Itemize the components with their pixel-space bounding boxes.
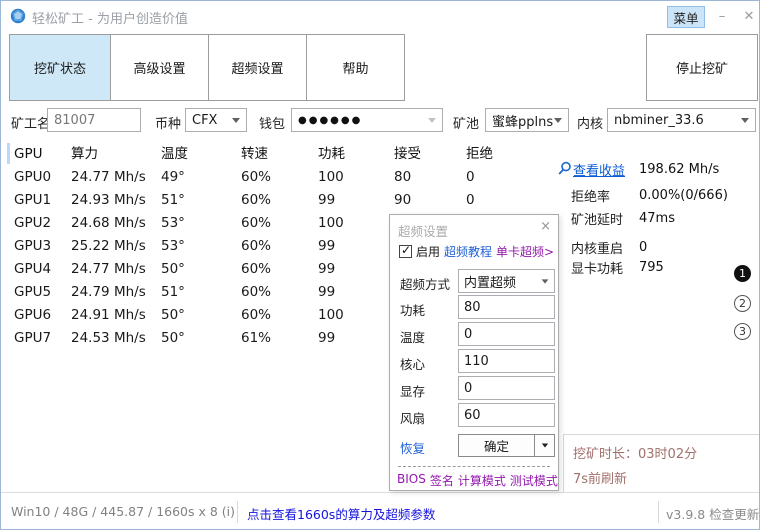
test-mode-link[interactable]: 测试模式 bbox=[510, 472, 558, 489]
menu-button[interactable]: 菜单 bbox=[667, 6, 705, 28]
power-field[interactable]: 80 bbox=[458, 295, 555, 319]
mining-duration-label: 挖矿时长： bbox=[573, 447, 638, 462]
gpu-params-link[interactable]: 点击查看1660s的算力及超频参数 bbox=[247, 504, 435, 523]
reject-rate-value: 0.00%(0/666) bbox=[639, 188, 728, 203]
step-badge-1[interactable]: 1 bbox=[734, 265, 751, 282]
overclock-mode-select[interactable]: 内置超频 bbox=[458, 269, 555, 293]
minimize-button[interactable]: – bbox=[711, 5, 733, 27]
fan-field-label: 风扇 bbox=[400, 408, 425, 427]
col-gpu: GPU bbox=[14, 142, 71, 166]
tab-help[interactable]: 帮助 bbox=[306, 34, 405, 101]
tab-bar: 挖矿状态 高级设置 超频设置 帮助 bbox=[9, 34, 405, 101]
view-income-link[interactable]: 查看收益 bbox=[573, 160, 625, 179]
wallet-label: 钱包 bbox=[259, 113, 285, 132]
chevron-down-icon bbox=[741, 118, 749, 123]
signature-link[interactable]: 签名 bbox=[430, 472, 454, 489]
step-badge-3[interactable]: 3 bbox=[734, 323, 751, 340]
tab-overclock-settings[interactable]: 超频设置 bbox=[208, 34, 307, 101]
bios-link[interactable]: BIOS bbox=[397, 472, 426, 489]
status-bar: Win10 / 48G / 445.87 / 1660s x 8 (i) 点击查… bbox=[1, 492, 759, 530]
gpu-power-label: 显卡功耗 bbox=[571, 258, 623, 277]
statusbar-divider bbox=[237, 501, 238, 523]
chevron-down-icon bbox=[542, 279, 549, 283]
session-panel: 挖矿时长：03时02分 7s前刷新 bbox=[563, 434, 760, 492]
worker-name-label: 矿工名 bbox=[11, 113, 50, 132]
table-row[interactable]: GPU124.93 Mh/s 51°60% 9990 0 bbox=[11, 189, 559, 212]
reject-rate-label: 拒绝率 bbox=[571, 186, 610, 205]
core-field[interactable]: 110 bbox=[458, 349, 555, 373]
overclock-mode-label: 超频方式 bbox=[400, 274, 450, 293]
col-temperature: 温度 bbox=[161, 142, 241, 166]
magnifier-icon bbox=[557, 161, 572, 176]
enable-label: 启用 bbox=[416, 243, 440, 260]
dialog-close-icon[interactable]: × bbox=[540, 219, 551, 234]
col-power: 功耗 bbox=[318, 142, 394, 166]
refresh-status: 7s前刷新 bbox=[573, 468, 627, 487]
overclock-tutorial-link[interactable]: 超频教程 bbox=[444, 243, 492, 260]
mem-field-label: 显存 bbox=[400, 381, 425, 400]
chevron-down-icon bbox=[554, 118, 562, 123]
kernel-restart-label: 内核重启 bbox=[571, 238, 623, 257]
confirm-dropdown-arrow[interactable] bbox=[534, 435, 554, 456]
power-field-label: 功耗 bbox=[400, 300, 425, 319]
table-row[interactable]: GPU024.77 Mh/s 49°60% 10080 0 bbox=[11, 166, 559, 189]
chevron-down-icon bbox=[232, 118, 240, 123]
mining-duration-value: 03时02分 bbox=[638, 447, 697, 462]
app-logo-icon bbox=[10, 8, 26, 24]
pool-select[interactable]: 蜜蜂pplns bbox=[485, 108, 569, 132]
dashed-divider bbox=[398, 466, 550, 467]
single-card-overclock-link[interactable]: 单卡超频> bbox=[496, 243, 554, 260]
gpu-table-header: GPU 算力 温度 转速 功耗 接受 拒绝 bbox=[11, 142, 559, 166]
pool-label: 矿池 bbox=[453, 113, 479, 132]
gpu-power-value: 795 bbox=[639, 260, 664, 275]
step-badge-2[interactable]: 2 bbox=[734, 295, 751, 312]
temp-field-label: 温度 bbox=[400, 327, 425, 346]
pool-latency-label: 矿池延时 bbox=[571, 209, 623, 228]
col-fanspeed: 转速 bbox=[241, 142, 318, 166]
dialog-title: 超频设置 bbox=[398, 221, 448, 240]
app-window: 轻松矿工 - 为用户创造价值 菜单 – ✕ 挖矿状态 高级设置 超频设置 帮助 … bbox=[0, 0, 760, 530]
total-hashrate: 198.62 Mh/s bbox=[639, 162, 719, 177]
window-title: 轻松矿工 - 为用户创造价值 bbox=[32, 8, 188, 27]
temp-field[interactable]: 0 bbox=[458, 322, 555, 346]
overclock-dialog: 超频设置 × ✓ 启用 超频教程 单卡超频> 超频方式 内置超频 功耗 80 温… bbox=[389, 214, 559, 491]
worker-name-input[interactable]: 81007 bbox=[47, 108, 141, 132]
mem-field[interactable]: 0 bbox=[458, 376, 555, 400]
header-selection-bar bbox=[7, 143, 10, 164]
enable-checkbox[interactable]: ✓ bbox=[399, 245, 412, 258]
col-accepted: 接受 bbox=[394, 142, 466, 166]
statusbar-divider bbox=[658, 501, 659, 523]
kernel-select[interactable]: nbminer_33.6 bbox=[607, 108, 756, 132]
coin-select[interactable]: CFX bbox=[185, 108, 247, 132]
coin-label: 币种 bbox=[155, 113, 181, 132]
kernel-restart-value: 0 bbox=[639, 240, 647, 255]
restore-link[interactable]: 恢复 bbox=[400, 438, 425, 457]
stop-mining-button[interactable]: 停止挖矿 bbox=[646, 34, 758, 101]
title-bar: 轻松矿工 - 为用户创造价值 菜单 – ✕ bbox=[1, 1, 759, 31]
wallet-input[interactable]: ●●●●●● bbox=[291, 108, 443, 132]
fan-field[interactable]: 60 bbox=[458, 403, 555, 427]
col-rejected: 拒绝 bbox=[466, 142, 559, 166]
close-button[interactable]: ✕ bbox=[738, 5, 760, 27]
system-info: Win10 / 48G / 445.87 / 1660s x 8 (i) bbox=[11, 504, 235, 519]
tab-mining-status[interactable]: 挖矿状态 bbox=[9, 34, 111, 101]
check-update-link[interactable]: 检查更新 bbox=[709, 507, 759, 522]
confirm-button[interactable]: 确定 bbox=[458, 434, 555, 457]
kernel-label: 内核 bbox=[577, 113, 603, 132]
chevron-down-icon bbox=[428, 118, 436, 123]
core-field-label: 核心 bbox=[400, 354, 425, 373]
compute-mode-link[interactable]: 计算模式 bbox=[458, 472, 506, 489]
chevron-down-icon bbox=[541, 444, 547, 448]
tab-advanced-settings[interactable]: 高级设置 bbox=[110, 34, 209, 101]
pool-latency-value: 47ms bbox=[639, 211, 675, 226]
version-text: v3.9.8 bbox=[666, 507, 705, 522]
col-hashrate: 算力 bbox=[71, 142, 161, 166]
